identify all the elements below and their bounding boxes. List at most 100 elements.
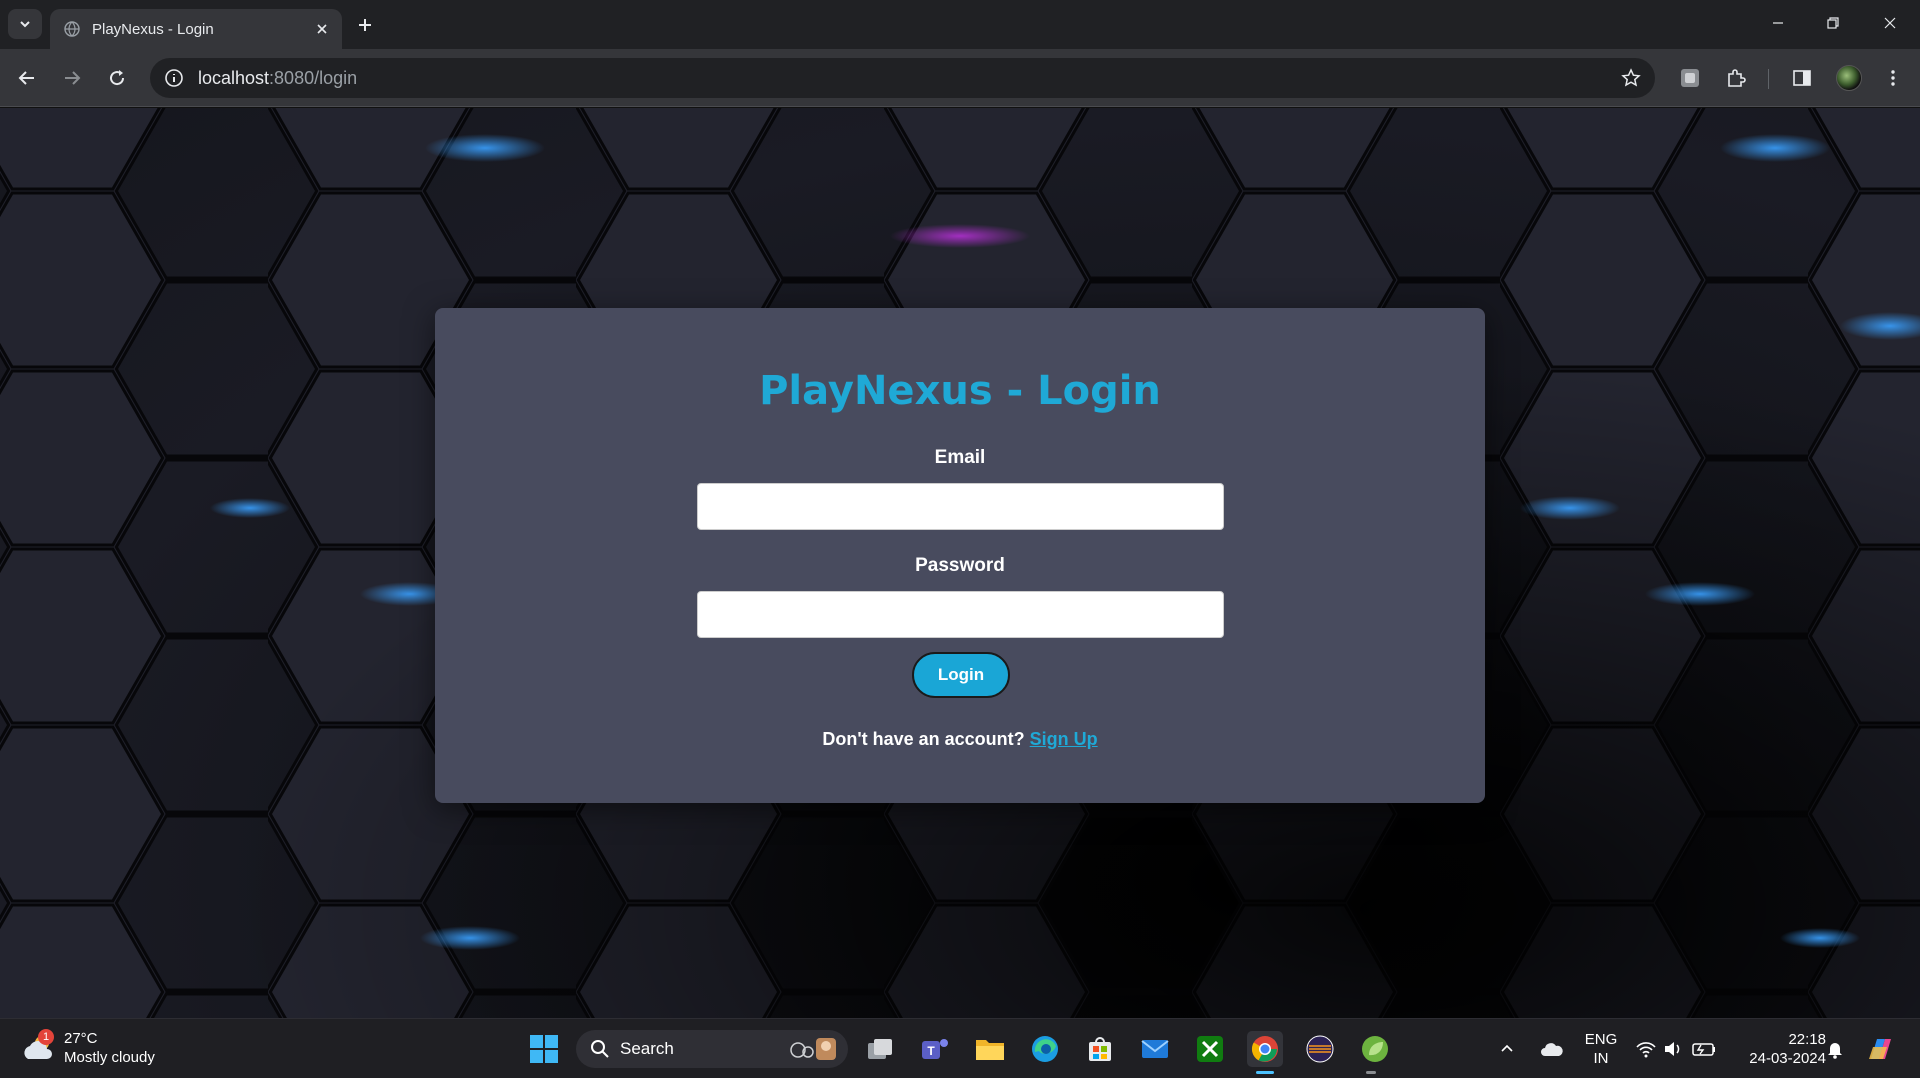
weather-desc: Mostly cloudy [64,1049,155,1066]
teams-button[interactable]: T [917,1031,953,1067]
url-host: localhost [198,67,270,88]
quick-settings-button[interactable] [1632,1031,1722,1067]
file-explorer-button[interactable] [972,1031,1008,1067]
close-window-button[interactable] [1870,8,1910,38]
chevron-down-icon [20,21,30,28]
clock-time: 22:18 [1788,1031,1826,1048]
weather-widget[interactable]: 1 27°C Mostly cloudy [20,1029,155,1067]
browser-tabstrip: PlayNexus - Login [0,0,1920,49]
side-panel-icon [1793,70,1811,86]
task-view-icon [868,1039,892,1059]
eclipse-button[interactable] [1302,1031,1338,1067]
profile-avatar[interactable] [1836,65,1862,91]
kebab-menu-icon [1891,70,1895,86]
login-button[interactable]: Login [912,652,1010,698]
start-button[interactable] [526,1031,562,1067]
browser-menu-button[interactable] [1877,62,1909,94]
eclipse-icon [1306,1035,1334,1063]
spring-tool-button[interactable] [1357,1031,1393,1067]
edge-button[interactable] [1027,1031,1063,1067]
close-icon [1884,17,1896,29]
tray-overflow-button[interactable] [1494,1031,1520,1067]
password-field[interactable] [697,591,1224,638]
xbox-icon [1197,1036,1223,1062]
signup-prompt-line: Don't have an account? Sign Up [435,729,1485,750]
folder-icon [976,1040,1004,1060]
login-card: PlayNexus - Login Email Password Login D… [435,308,1485,803]
extension-button[interactable] [1674,62,1706,94]
onedrive-button[interactable] [1536,1031,1568,1067]
cloud-icon [1541,1043,1563,1056]
tab-close-icon[interactable] [312,19,332,39]
weather-badge: 1 [38,1029,54,1045]
chevron-up-icon [1501,1044,1513,1052]
bookmark-star-icon[interactable] [1621,68,1641,88]
restore-button[interactable] [1813,8,1853,38]
extension-app-icon [1681,69,1699,87]
url-path: :8080/login [269,67,358,88]
xbox-button[interactable] [1192,1031,1228,1067]
address-bar[interactable]: localhost:8080/login [150,58,1655,98]
edge-icon [1032,1036,1058,1062]
region-code: IN [1593,1050,1609,1067]
plus-icon [359,19,371,31]
side-panel-button[interactable] [1786,62,1818,94]
search-icon [591,1040,609,1058]
weather-cloud-icon: 1 [20,1029,56,1063]
windows-logo-icon [530,1035,558,1063]
taskbar-search[interactable]: Search [576,1030,848,1068]
minimize-button[interactable] [1758,8,1798,38]
windows-taskbar: 1 27°C Mostly cloudy Search T ENG IN 22:… [0,1018,1920,1078]
taskbar-search-placeholder: Search [620,1039,674,1058]
spring-leaf-icon [1362,1036,1388,1062]
svg-text:T: T [927,1044,935,1058]
weather-temp: 27°C [64,1030,98,1047]
tab-search-button[interactable] [8,9,42,39]
extensions-menu-button[interactable] [1720,62,1752,94]
task-view-button[interactable] [862,1031,898,1067]
email-field[interactable] [697,483,1224,530]
toolbar-separator [1768,69,1769,89]
signup-prompt: Don't have an account? [822,729,1025,749]
forward-button[interactable] [56,62,88,94]
chrome-active-indicator [1256,1071,1274,1074]
page-viewport: PlayNexus - Login Email Password Login D… [0,108,1920,1018]
back-button[interactable] [11,62,43,94]
signup-link[interactable]: Sign Up [1030,729,1098,749]
spring-running-indicator [1366,1071,1376,1074]
notifications-button[interactable] [1822,1031,1848,1067]
email-label: Email [934,447,986,468]
reload-button[interactable] [101,62,133,94]
page-title: PlayNexus - Login [759,368,1161,414]
info-icon[interactable] [164,68,184,88]
mail-button[interactable] [1137,1031,1173,1067]
chrome-button[interactable] [1247,1031,1283,1067]
clock-date: 24-03-2024 [1749,1050,1826,1067]
copilot-button[interactable] [1862,1031,1898,1067]
store-button[interactable] [1082,1031,1118,1067]
tab-title: PlayNexus - Login [92,20,214,38]
language-code: ENG [1584,1031,1618,1048]
arrow-right-icon [65,71,81,85]
language-indicator[interactable]: ENG IN [1580,1030,1622,1068]
new-tab-button[interactable] [352,12,378,38]
password-label: Password [915,555,1005,576]
chrome-icon [1251,1036,1278,1062]
puzzle-icon [1728,69,1746,87]
bell-icon [1828,1043,1842,1059]
clock[interactable]: 22:18 24-03-2024 [1722,1030,1826,1068]
arrow-left-icon [18,71,34,85]
wifi-volume-battery-icons [1636,1042,1715,1058]
reload-icon [110,70,125,86]
minimize-icon [1773,22,1783,24]
address-url: localhost:8080/login [198,68,357,89]
browser-toolbar: localhost:8080/login [0,49,1920,107]
mail-icon [1141,1040,1169,1058]
globe-icon [64,21,80,37]
teams-icon: T [922,1039,948,1059]
browser-tab-active[interactable]: PlayNexus - Login [50,9,342,49]
search-highlight-icon [790,1038,836,1060]
store-icon [1089,1037,1111,1061]
copilot-icon [1869,1039,1891,1059]
restore-icon [1827,17,1839,29]
